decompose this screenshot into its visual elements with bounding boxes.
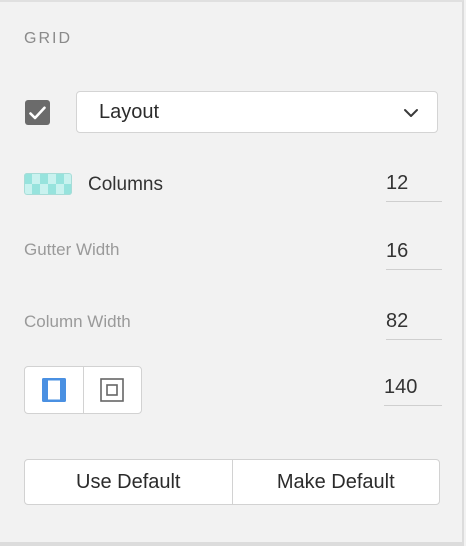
columns-input[interactable]: 12 [386, 170, 442, 202]
grid-alignment-toggle [24, 366, 142, 414]
default-buttons: Use Default Make Default [24, 459, 440, 505]
gutter-width-input[interactable]: 16 [386, 238, 442, 270]
offset-input[interactable]: 140 [384, 374, 442, 406]
columns-label: Columns [88, 174, 163, 195]
stretch-columns-button[interactable] [25, 367, 83, 413]
gutter-width-label: Gutter Width [24, 240, 120, 259]
grid-panel: GRID Layout Columns 12 Gutter Width 16 C… [0, 0, 464, 546]
section-title: GRID [24, 30, 72, 47]
use-default-button[interactable]: Use Default [25, 460, 232, 504]
column-width-input[interactable]: 82 [386, 308, 442, 340]
make-default-button[interactable]: Make Default [231, 460, 440, 504]
centered-box-icon [100, 378, 125, 402]
checkmark-icon [29, 106, 46, 119]
grid-type-selected: Layout [99, 101, 160, 123]
chevron-down-icon [404, 109, 418, 117]
centered-box-button[interactable] [82, 367, 142, 413]
column-width-label: Column Width [24, 312, 131, 331]
layout-enabled-checkbox[interactable] [25, 100, 50, 125]
columns-grid-icon [24, 173, 72, 195]
stretch-columns-icon [41, 378, 66, 402]
grid-type-dropdown[interactable]: Layout [76, 91, 438, 133]
